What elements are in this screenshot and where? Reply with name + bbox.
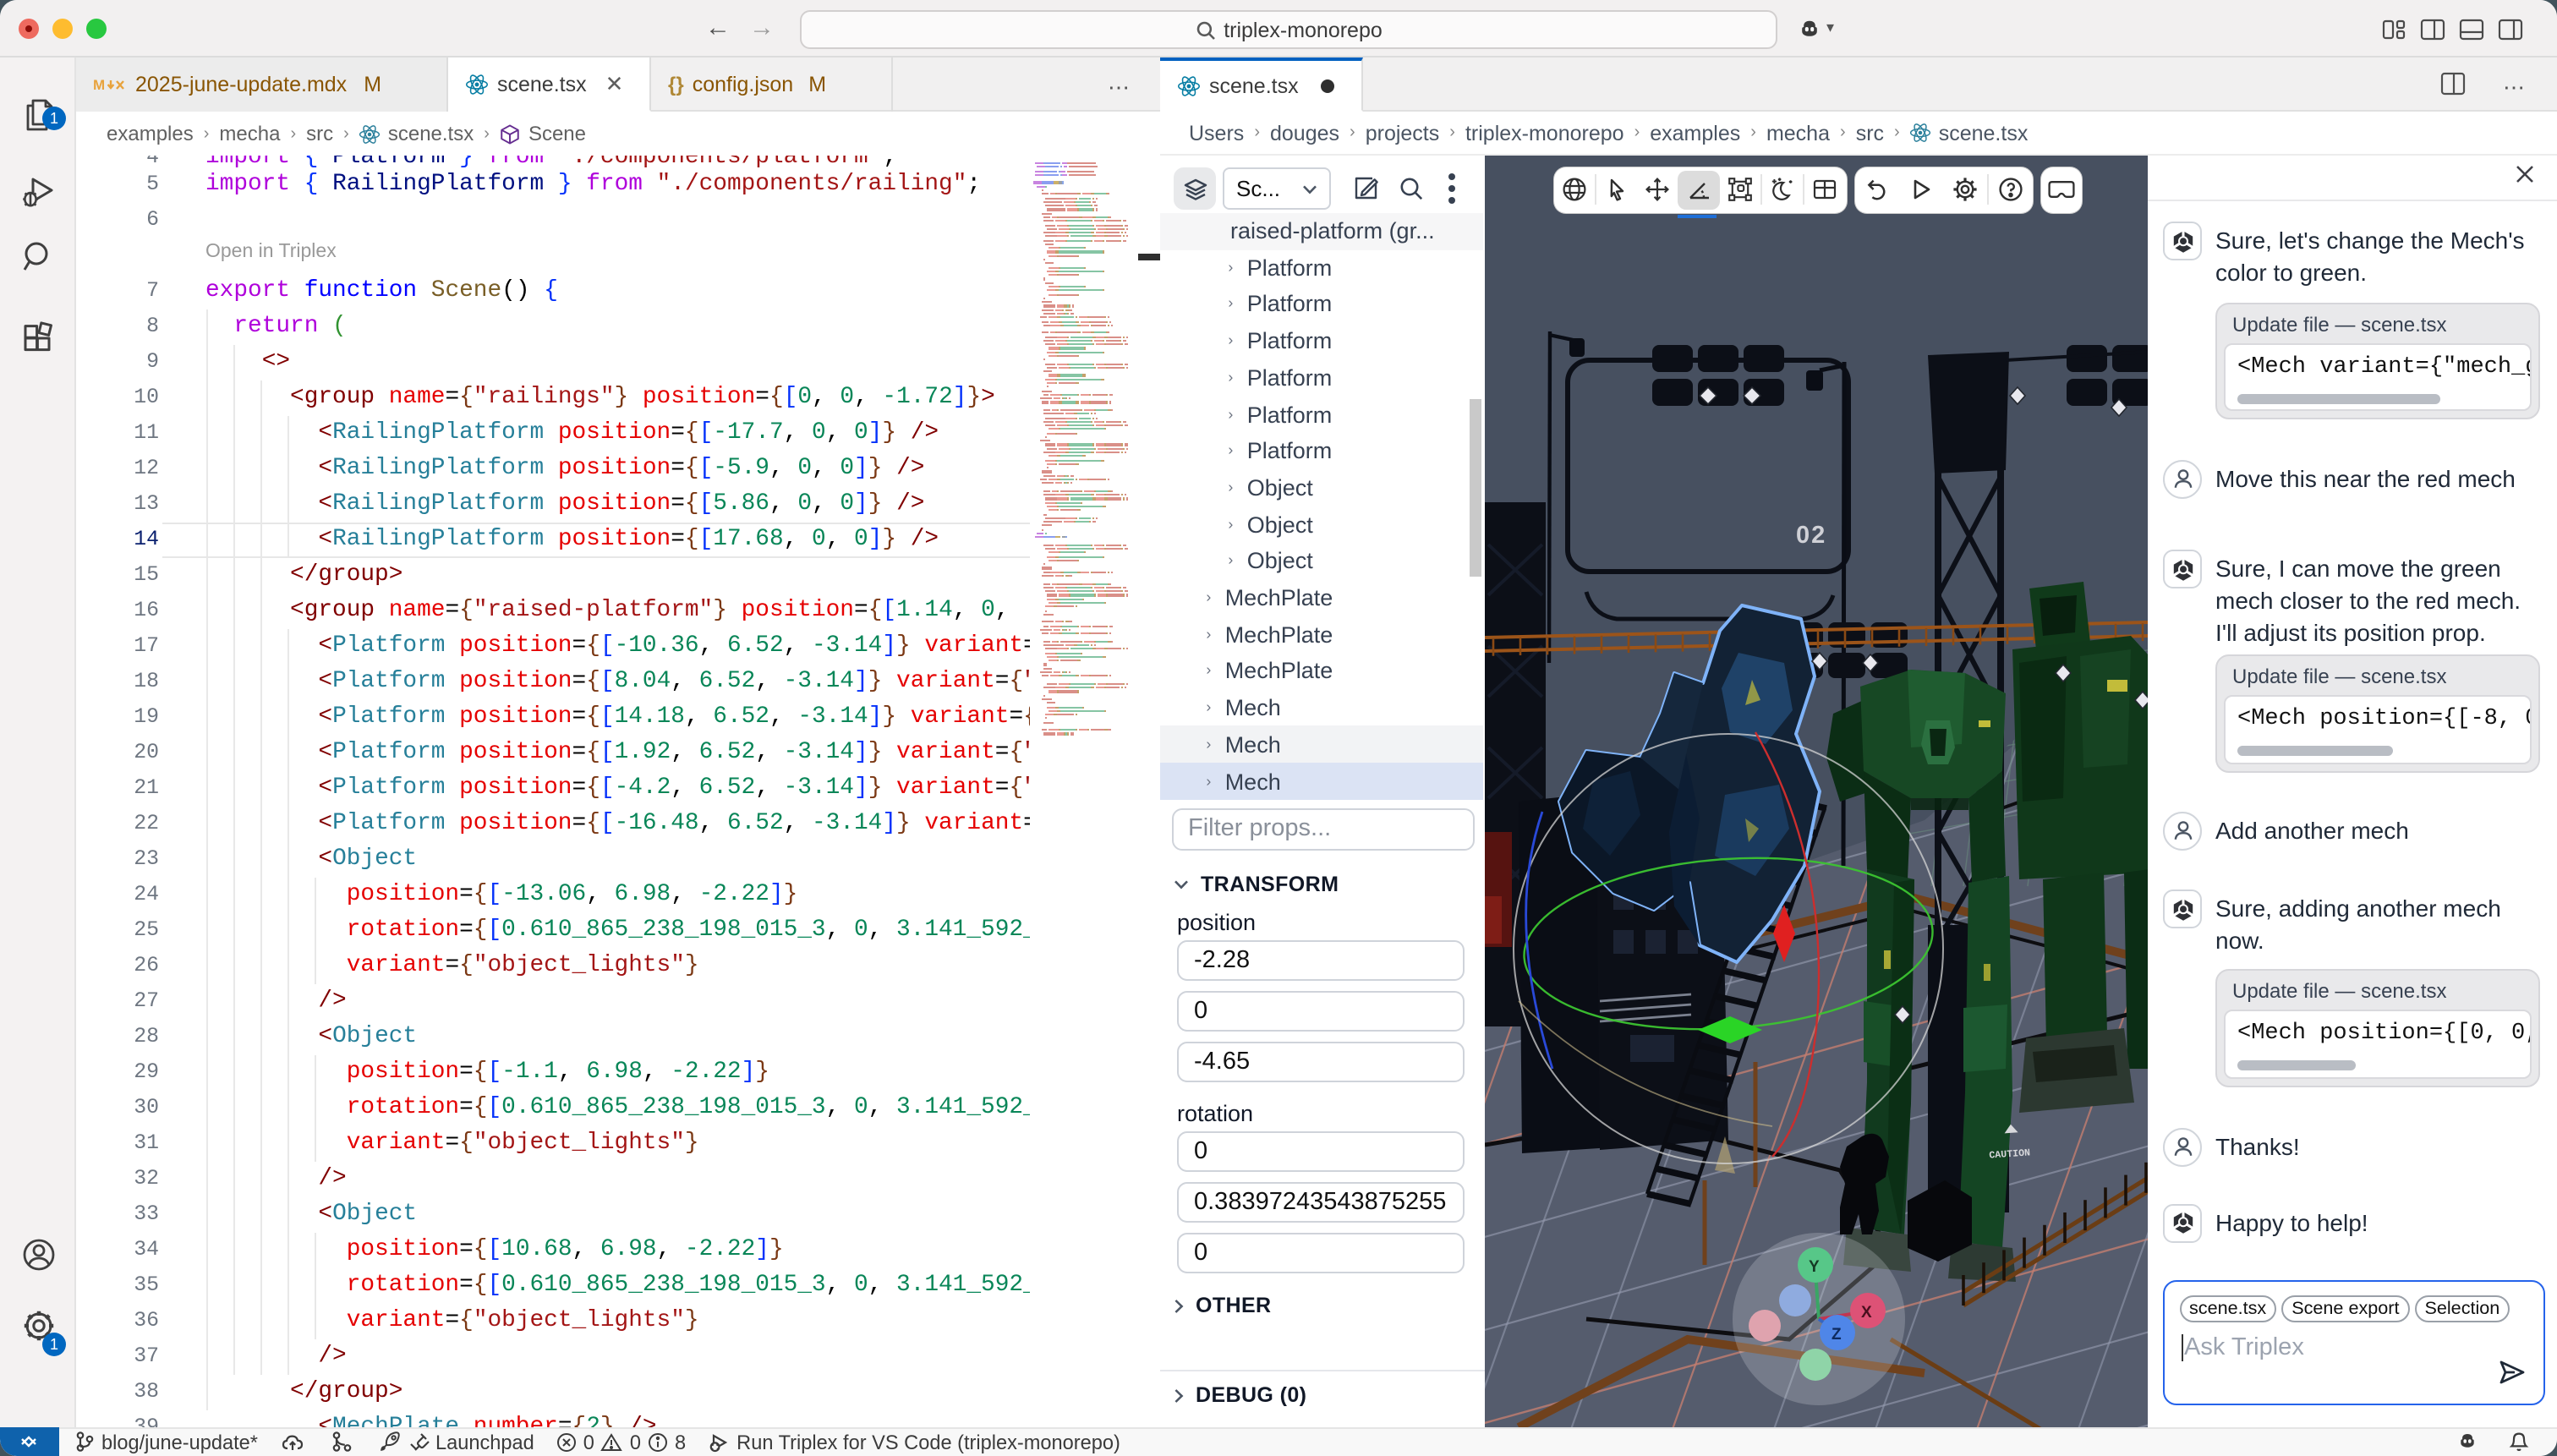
svg-text:02: 02 <box>1795 522 1826 549</box>
svg-text:M: M <box>93 77 105 93</box>
svg-text:Y: Y <box>1808 1258 1819 1276</box>
svg-text:X: X <box>1860 1304 1871 1322</box>
svg-text:Z: Z <box>1831 1326 1841 1344</box>
